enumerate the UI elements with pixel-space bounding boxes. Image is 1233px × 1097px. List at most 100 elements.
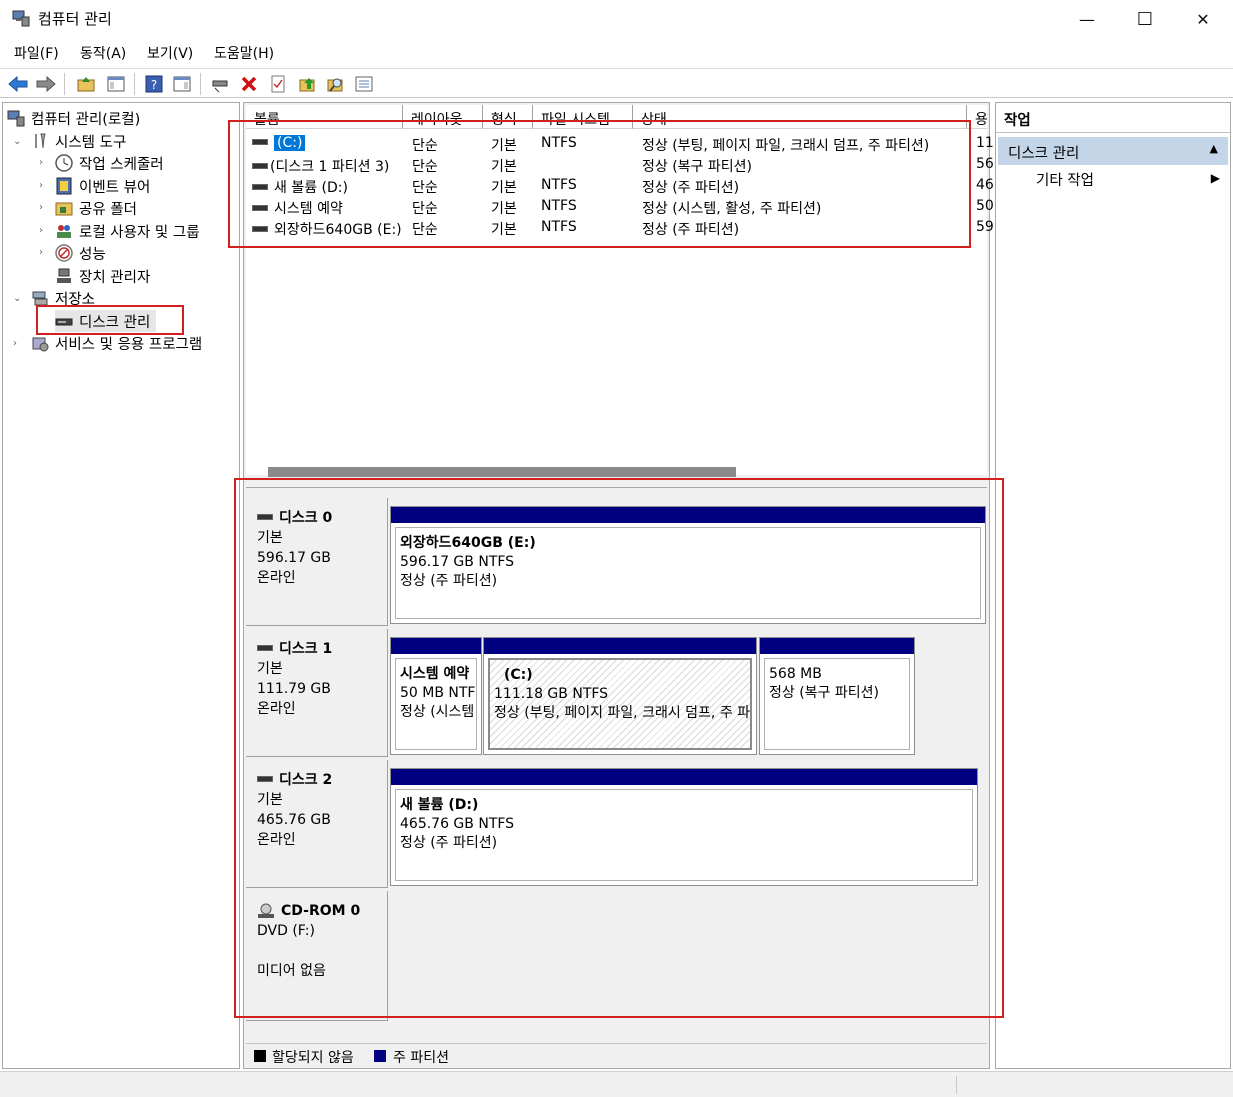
tree-item-label: 장치 관리자: [79, 269, 151, 286]
tree-item-services[interactable]: 서비스 및 응용 프로그램: [31, 332, 202, 354]
maximize-button[interactable]: ☐: [1116, 0, 1174, 38]
toolbar-separator: [64, 73, 65, 95]
svg-text:?: ?: [151, 78, 157, 92]
performance-icon: [55, 244, 73, 262]
toolbar-separator: [200, 73, 201, 95]
capacity-cell: 50: [976, 198, 994, 214]
back-button[interactable]: [8, 74, 28, 94]
connect-button[interactable]: [210, 74, 230, 94]
delete-x-icon: [241, 76, 257, 92]
legend-primary-label: 주 파티션: [393, 1050, 449, 1066]
menu-action[interactable]: 동작(A): [80, 43, 126, 63]
search-folder-icon: [327, 78, 343, 92]
primary-swatch: [374, 1050, 386, 1062]
console-tree: 컴퓨터 관리(로컬) ⌄ 시스템 도구 › 작업 스케줄러 › 이벤트 뷰어 ›…: [2, 102, 240, 1069]
horizontal-scrollbar[interactable]: [268, 467, 736, 477]
device-manager-icon: [57, 268, 71, 283]
computer-management-icon: [12, 10, 30, 27]
tree-root-label: 컴퓨터 관리(로컬): [31, 111, 141, 128]
tree-item-label: 성능: [79, 246, 106, 263]
section-label: 디스크 관리: [1008, 146, 1080, 162]
users-group-icon: [57, 225, 71, 238]
legend: 할당되지 않음 주 파티션: [246, 1043, 987, 1067]
title-bar: 컴퓨터 관리 — ☐ ✕: [0, 0, 1233, 38]
up-folder-button[interactable]: [76, 74, 96, 94]
close-icon: ✕: [1196, 9, 1210, 29]
more-actions-label: 기타 작업: [1036, 173, 1094, 189]
collapse-triangle-icon: ▲: [1209, 142, 1218, 155]
delete-button[interactable]: [239, 74, 259, 94]
collapse-chevron-icon[interactable]: ›: [39, 202, 43, 213]
list-view-icon: [355, 76, 373, 92]
forward-button[interactable]: [36, 74, 56, 94]
show-hide-tree-button[interactable]: [106, 74, 126, 94]
highlight-disk-map: [234, 478, 1004, 1018]
list-view-button[interactable]: [354, 74, 374, 94]
tree-item-device-manager[interactable]: 장치 관리자: [55, 265, 150, 287]
collapse-chevron-icon[interactable]: ›: [39, 157, 43, 168]
capacity-cell: 46: [976, 177, 994, 193]
toolbar: ?: [0, 68, 1233, 98]
export-button[interactable]: [298, 74, 318, 94]
tree-item-shared-folders[interactable]: 공유 폴더: [55, 197, 137, 219]
window-title: 컴퓨터 관리: [38, 10, 112, 28]
status-divider: [956, 1076, 957, 1094]
collapse-chevron-icon[interactable]: ›: [13, 338, 17, 349]
maximize-icon: ☐: [1136, 8, 1154, 30]
tree-item-local-users[interactable]: 로컬 사용자 및 그룹: [55, 220, 200, 242]
highlight-volume-list: [228, 120, 971, 248]
collapse-chevron-icon[interactable]: ›: [39, 247, 43, 258]
tree-item-event-viewer[interactable]: 이벤트 뷰어: [55, 175, 150, 197]
back-arrow-icon: [8, 76, 28, 92]
menu-help[interactable]: 도움말(H): [214, 43, 274, 63]
unallocated-swatch: [254, 1050, 266, 1062]
menu-bar: 파일(F) 동작(A) 보기(V) 도움말(H): [0, 40, 1233, 66]
checklist-icon: [271, 75, 285, 93]
legend-unallocated-label: 할당되지 않음: [272, 1050, 354, 1066]
close-button[interactable]: ✕: [1174, 0, 1232, 38]
tree-item-system-tools[interactable]: 시스템 도구: [31, 130, 126, 152]
tree-item-label: 작업 스케줄러: [79, 156, 164, 173]
actions-section-disk-management[interactable]: 디스크 관리 ▲: [998, 137, 1228, 165]
tree-item-label: 시스템 도구: [55, 134, 127, 151]
status-bar: [0, 1071, 1233, 1097]
expand-chevron-icon[interactable]: ⌄: [13, 293, 21, 304]
clock-icon: [55, 154, 73, 172]
show-hide-action-pane-button[interactable]: [172, 74, 192, 94]
properties-button[interactable]: [268, 74, 288, 94]
folder-arrow-icon: [299, 78, 315, 92]
console-tree-icon: [107, 76, 125, 92]
help-button[interactable]: ?: [144, 74, 164, 94]
actions-title: 작업: [996, 103, 1230, 133]
shared-folder-icon: [55, 202, 73, 216]
tree-item-label: 공유 폴더: [79, 201, 137, 218]
minimize-button[interactable]: —: [1058, 0, 1116, 38]
tools-icon: [35, 133, 46, 149]
highlight-disk-management: [36, 305, 184, 335]
event-viewer-icon: [56, 177, 72, 195]
tree-item-label: 서비스 및 응용 프로그램: [55, 336, 203, 353]
menu-file[interactable]: 파일(F): [14, 43, 59, 63]
menu-view[interactable]: 보기(V): [147, 43, 193, 63]
tree-item-label: 이벤트 뷰어: [79, 179, 151, 196]
collapse-chevron-icon[interactable]: ›: [39, 225, 43, 236]
capacity-cell: 59: [976, 219, 994, 235]
submenu-arrow-icon[interactable]: ▶: [1211, 171, 1220, 185]
help-icon: ?: [145, 75, 163, 93]
actions-pane: 작업 디스크 관리 ▲ 기타 작업 ▶: [995, 102, 1231, 1069]
minimize-icon: —: [1079, 9, 1095, 29]
tree-root[interactable]: 컴퓨터 관리(로컬): [7, 107, 140, 129]
toolbar-separator: [134, 73, 135, 95]
collapse-chevron-icon[interactable]: ›: [39, 180, 43, 191]
forward-arrow-icon: [36, 76, 56, 92]
more-actions-item[interactable]: 기타 작업: [1036, 169, 1094, 190]
search-button[interactable]: [326, 74, 346, 94]
tree-item-performance[interactable]: 성능: [55, 242, 106, 264]
expand-chevron-icon[interactable]: ⌄: [13, 136, 21, 147]
capacity-cell: 56: [976, 156, 994, 172]
capacity-cell: 11: [976, 135, 994, 151]
services-icon: [32, 337, 49, 352]
connect-drive-icon: [212, 80, 228, 93]
tree-item-label: 로컬 사용자 및 그룹: [79, 224, 200, 241]
tree-item-task-scheduler[interactable]: 작업 스케줄러: [55, 152, 164, 174]
